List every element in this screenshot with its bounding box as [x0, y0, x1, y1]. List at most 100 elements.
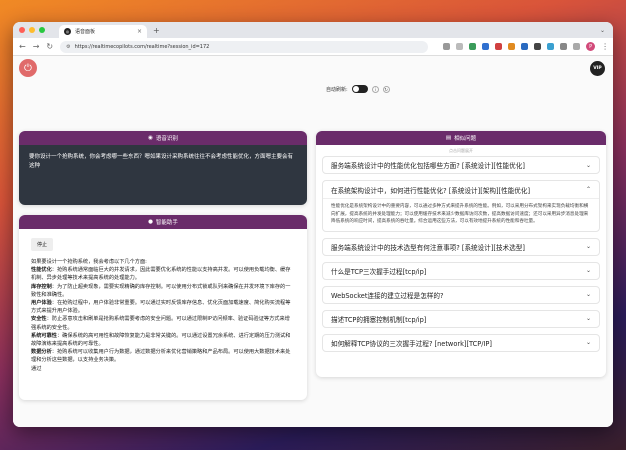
url-text: https://realtimecopilots.com/realtime?se…	[74, 43, 210, 50]
info-icon[interactable]: i	[371, 85, 379, 93]
extensions-puzzle-icon[interactable]	[560, 43, 568, 50]
chevron-down-icon: ⌄	[585, 243, 591, 251]
point-text: ：为了防止超卖现象，需要实现精确的库存控制。可以使用分布式锁或队列来确保在并发环…	[31, 283, 291, 298]
question-title: 在系统架构设计中，如何进行性能优化? [系统设计][架构][性能优化]	[331, 186, 531, 195]
point-title: 数据分析	[31, 349, 52, 356]
vip-badge[interactable]: VIP	[590, 61, 605, 76]
stop-button[interactable]: 停止	[31, 238, 54, 251]
new-tab-icon[interactable]: +	[153, 26, 160, 35]
address-toolbar: ← → ↻ ⚙ https://realtimecopilots.com/rea…	[13, 38, 613, 56]
speech-panel-title: 语音识别	[155, 136, 178, 142]
browser-tab[interactable]: ◎ 语音面板 ×	[59, 25, 147, 38]
assistant-panel-title: 智能助手	[155, 220, 178, 226]
extension-icon[interactable]	[521, 43, 529, 50]
maximize-window-button[interactable]	[39, 27, 45, 33]
extension-icon[interactable]	[495, 43, 503, 50]
assistant-panel-header: ● 智能助手	[19, 215, 307, 229]
point-text: ：在抢购过程中，用户体验非常重要。可以通过实时反馈库存信息、优化页面加载速度、简…	[31, 300, 291, 315]
close-tab-icon[interactable]: ×	[137, 28, 142, 35]
point-title: 用户体验	[31, 300, 52, 307]
point-title: 性能优化	[31, 267, 52, 274]
answer-intro: 如果要设计一个抢购系统，我会考虑以下几个方面:	[31, 259, 147, 265]
extensions-area: P ⋮	[443, 42, 609, 51]
chevron-down-icon: ⌄	[585, 339, 591, 347]
question-answer: 性能优化是系统架构设计中的重要内容，可以通过多种方式来提升系统的性能。例如，可以…	[331, 204, 589, 225]
question-item[interactable]: 描述TCP的拥塞控制机制[tcp/ip] ⌄	[322, 309, 600, 328]
auto-refresh-control: 自动刷新: i ↻	[326, 85, 390, 93]
point-title: 安全性	[31, 316, 47, 323]
answer-point: 数据分析：抢购系统可以收集用户行为数据，通过数据分析来优化营销策略和产品布局。可…	[31, 348, 295, 364]
point-text: ：抢购系统可以收集用户行为数据，通过数据分析来优化营销策略和产品布局。可以使用大…	[31, 349, 291, 364]
question-title: WebSocket连接的建立过程是怎样的?	[331, 291, 444, 300]
answer-outro: 通过	[31, 365, 42, 372]
answer-point: 用户体验：在抢购过程中，用户体验非常重要。可以通过实时反馈库存信息、优化页面加载…	[31, 299, 295, 315]
refresh-icon[interactable]: ↻	[382, 85, 390, 93]
profile-avatar[interactable]: P	[586, 42, 596, 51]
point-title: 库存控制	[31, 283, 52, 290]
auto-refresh-toggle[interactable]	[351, 85, 368, 93]
extension-icon[interactable]	[469, 43, 477, 50]
question-header[interactable]: 在系统架构设计中，如何进行性能优化? [系统设计][架构][性能优化] ⌃	[323, 181, 599, 199]
minimize-window-button[interactable]	[29, 27, 35, 33]
question-title: 什么是TCP三次握手过程[tcp/ip]	[331, 267, 427, 276]
close-window-button[interactable]	[19, 27, 25, 33]
browser-window: ◎ 语音面板 × + ⌄ ← → ↻ ⚙ https://realtimecop…	[13, 22, 613, 427]
question-item-expanded[interactable]: 在系统架构设计中，如何进行性能优化? [系统设计][架构][性能优化] ⌃ 性能…	[322, 180, 600, 232]
question-item[interactable]: WebSocket连接的建立过程是怎样的? ⌄	[322, 285, 600, 304]
extension-icon[interactable]	[547, 43, 555, 50]
extension-icon[interactable]	[534, 43, 542, 50]
tab-title: 语音面板	[75, 29, 96, 35]
point-text: ：防止恶意攻击和刷单是抢购系统需要考虑的安全问题。可以通过限制IP访问频率、验证…	[31, 316, 290, 331]
tab-list-chevron-icon[interactable]: ⌄	[600, 27, 605, 34]
point-text: ：确保系统的高可用性和故障恢复能力是非常关键的。可以通过设置冗余系统、进行定期的…	[31, 332, 291, 348]
question-title: 描述TCP的拥塞控制机制[tcp/ip]	[331, 315, 427, 324]
tab-bar: ◎ 语音面板 × + ⌄	[13, 22, 613, 38]
chevron-down-icon: ⌄	[585, 267, 591, 275]
address-bar[interactable]: ⚙ https://realtimecopilots.com/realtime?…	[60, 40, 429, 53]
sidebar-icon[interactable]	[573, 43, 581, 50]
speech-panel-header: ◉ 语音识别	[19, 131, 307, 145]
microphone-icon: ◉	[148, 135, 153, 141]
auto-refresh-label: 自动刷新:	[326, 86, 348, 93]
question-title: 服务端系统设计中的性能优化包括哪些方面? [系统设计][性能优化]	[331, 162, 525, 170]
bookmark-star-icon[interactable]	[456, 43, 464, 50]
answer-point: 性能优化：抢购系统通常面临巨大的并发请求，因此需要优化系统的性能以支持高并发。可…	[31, 266, 295, 282]
chevron-up-icon: ⌃	[585, 186, 591, 193]
related-questions-panel: ▤ 相似问题 点击问题展开 服务端系统设计中的性能优化包括哪些方面? [系统设计…	[316, 131, 606, 377]
answer-point: 库存控制：为了防止超卖现象，需要实现精确的库存控制。可以使用分布式锁或队列来确保…	[31, 283, 295, 299]
power-button[interactable]: ⏻	[19, 59, 37, 77]
related-subtitle: 点击问题展开	[449, 148, 473, 153]
back-icon[interactable]: ←	[19, 42, 26, 51]
forward-icon[interactable]: →	[33, 42, 40, 51]
question-item[interactable]: 服务端系统设计中的技术选型有何注意事项? [系统设计][技术选型] ⌄	[322, 237, 600, 256]
speech-transcript: 要你设计一个抢购系统，你会考虑哪一些东西？嗯如果设计采购系统往往不会考虑性能优化…	[19, 145, 307, 205]
extension-icon[interactable]	[508, 43, 516, 50]
question-title: 如何解释TCP协议的三次握手过程? [network][TCP/IP]	[331, 339, 492, 348]
robot-icon: ●	[148, 219, 153, 225]
zoom-icon[interactable]	[443, 43, 451, 50]
assistant-answer: 如果要设计一个抢购系统，我会考虑以下几个方面: 性能优化：抢购系统通常面临巨大的…	[19, 251, 307, 373]
power-icon: ⏻	[24, 62, 32, 74]
point-title: 系统可靠性	[31, 332, 57, 339]
extension-icon[interactable]	[482, 43, 490, 50]
chevron-down-icon: ⌄	[585, 315, 591, 323]
related-panel-header: ▤ 相似问题	[316, 131, 606, 145]
chevron-down-icon: ⌄	[585, 291, 591, 299]
question-item[interactable]: 如何解释TCP协议的三次握手过程? [network][TCP/IP] ⌄	[322, 333, 600, 352]
document-icon: ▤	[445, 135, 452, 141]
answer-point: 系统可靠性：确保系统的高可用性和故障恢复能力是非常关键的。可以通过设置冗余系统、…	[31, 332, 295, 348]
related-panel-title: 相似问题	[454, 136, 477, 142]
question-title: 服务端系统设计中的技术选型有何注意事项? [系统设计][技术选型]	[331, 243, 525, 252]
question-item[interactable]: 服务端系统设计中的性能优化包括哪些方面? [系统设计][性能优化] ⌄	[322, 156, 600, 174]
question-item[interactable]: 什么是TCP三次握手过程[tcp/ip] ⌄	[322, 261, 600, 280]
browser-menu-icon[interactable]: ⋮	[601, 42, 609, 51]
chevron-down-icon: ⌄	[585, 161, 591, 169]
speech-recognition-panel: ◉ 语音识别 要你设计一个抢购系统，你会考虑哪一些东西？嗯如果设计采购系统往往不…	[19, 131, 307, 205]
point-text: ：抢购系统通常面临巨大的并发请求，因此需要优化系统的性能以支持高并发。可以使用负…	[31, 267, 291, 282]
assistant-panel: ● 智能助手 停止 如果要设计一个抢购系统，我会考虑以下几个方面: 性能优化：抢…	[19, 215, 307, 400]
page-content: ⏻ VIP 自动刷新: i ↻ ◉ 语音识别 要你设计一个抢购系统，你会考虑哪一…	[13, 56, 613, 427]
answer-point: 安全性：防止恶意攻击和刷单是抢购系统需要考虑的安全问题。可以通过限制IP访问频率…	[31, 315, 295, 331]
reload-icon[interactable]: ↻	[46, 42, 53, 51]
site-info-icon[interactable]: ⚙	[66, 44, 70, 50]
window-controls	[19, 27, 45, 33]
